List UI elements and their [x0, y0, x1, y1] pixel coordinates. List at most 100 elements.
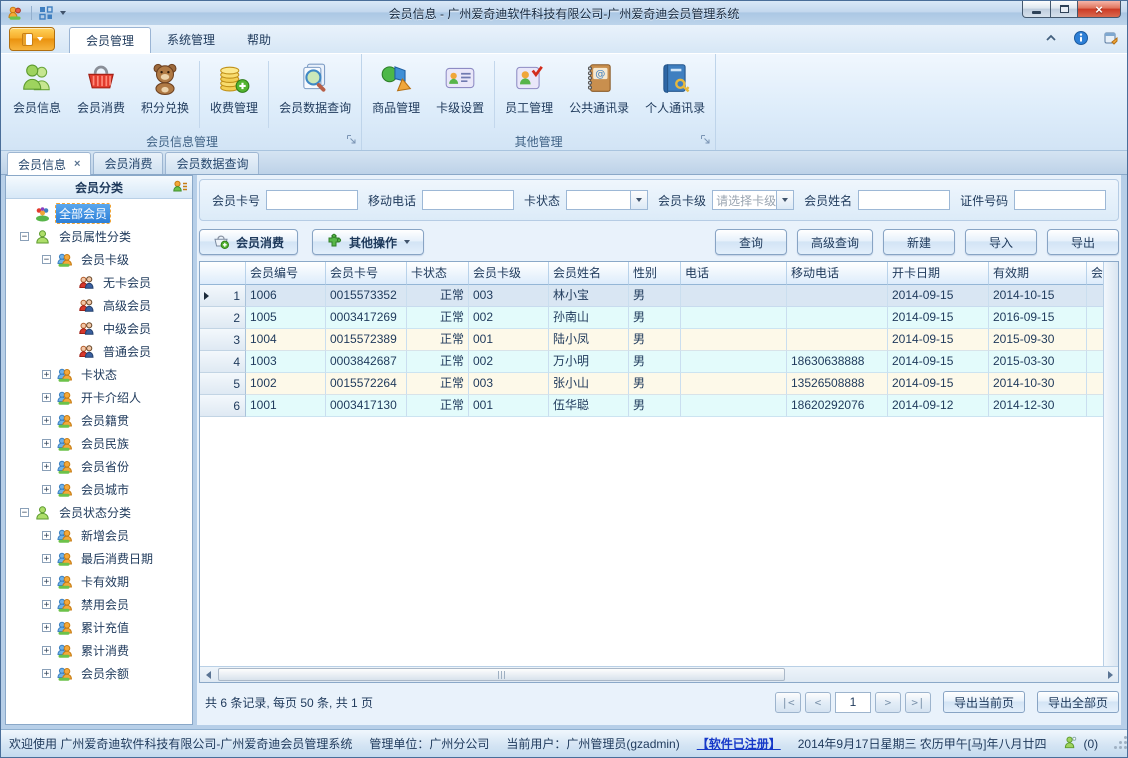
- expand-node-icon[interactable]: +: [42, 462, 51, 471]
- ribbon-button-1-3[interactable]: 积分兑换: [133, 57, 197, 118]
- first-page-button[interactable]: |<: [774, 691, 801, 713]
- maximize-button[interactable]: [1051, 1, 1078, 18]
- column-header-9[interactable]: 开卡日期: [888, 262, 989, 285]
- style-switch-icon[interactable]: [1103, 30, 1119, 49]
- registered-link[interactable]: 【软件已注册】: [697, 735, 781, 752]
- column-header-8[interactable]: 移动电话: [787, 262, 888, 285]
- tree-item-10[interactable]: + 会员籍贯: [6, 409, 192, 432]
- dialog-launcher-icon[interactable]: [346, 134, 357, 148]
- filter-select-3[interactable]: [566, 190, 649, 210]
- column-header-11[interactable]: 会员: [1087, 262, 1103, 285]
- expand-node-icon[interactable]: +: [42, 646, 51, 655]
- table-row[interactable]: 2 1005 0003417269 正常 002 孙南山男 2014-09-15 2016-0…: [200, 307, 1103, 329]
- expand-node-icon[interactable]: +: [42, 577, 51, 586]
- ribbon-button-1-2[interactable]: 会员消费: [69, 57, 133, 118]
- ribbon-tab-1[interactable]: 会员管理: [69, 27, 152, 54]
- tree-item-6[interactable]: 中级会员: [6, 317, 192, 340]
- expand-node-icon[interactable]: +: [42, 370, 51, 379]
- ribbon-button-2-1[interactable]: 商品管理: [364, 57, 428, 118]
- tree-item-11[interactable]: + 会员民族: [6, 432, 192, 455]
- ribbon-tab-3[interactable]: 帮助: [231, 27, 287, 53]
- layout-icon[interactable]: [38, 5, 56, 21]
- table-row[interactable]: 5 1002 0015572264 正常 003 张小山男 13526508888 2014-…: [200, 373, 1103, 395]
- grid-vertical-scrollbar[interactable]: [1103, 262, 1118, 666]
- expand-node-icon[interactable]: +: [42, 439, 51, 448]
- scroll-left-button[interactable]: [200, 667, 216, 682]
- scrollbar-thumb[interactable]: [218, 668, 786, 681]
- tree-item-17[interactable]: + 卡有效期: [6, 570, 192, 593]
- tree-item-1[interactable]: 全部会员: [6, 202, 192, 225]
- tree-item-18[interactable]: + 禁用会员: [6, 593, 192, 616]
- quick-access-caret-icon[interactable]: [60, 11, 66, 15]
- expand-node-icon[interactable]: +: [42, 393, 51, 402]
- last-page-button[interactable]: >|: [904, 691, 931, 713]
- chevron-down-icon[interactable]: [776, 191, 794, 209]
- table-row[interactable]: 3 1004 0015572389 正常 001 陆小凤男 2014-09-15 2015-0…: [200, 329, 1103, 351]
- tree-item-12[interactable]: + 会员省份: [6, 455, 192, 478]
- previous-page-button[interactable]: <: [804, 691, 831, 713]
- dialog-launcher-icon[interactable]: [700, 134, 711, 148]
- tree-item-8[interactable]: + 卡状态: [6, 363, 192, 386]
- toolbar-button-member-consume[interactable]: 会员消费: [199, 229, 299, 255]
- tree-item-15[interactable]: + 新增会员: [6, 524, 192, 547]
- ribbon-button-1-5[interactable]: 会员数据查询: [271, 57, 359, 118]
- ribbon-button-2-3[interactable]: 员工管理: [497, 57, 561, 118]
- expand-node-icon[interactable]: +: [42, 623, 51, 632]
- column-header-2[interactable]: 会员卡号: [326, 262, 407, 285]
- tree-item-9[interactable]: + 开卡介绍人: [6, 386, 192, 409]
- expand-node-icon[interactable]: +: [42, 669, 51, 678]
- expand-node-icon[interactable]: +: [42, 531, 51, 540]
- column-header-10[interactable]: 有效期: [989, 262, 1087, 285]
- export-all-pages-button[interactable]: 导出全部页: [1036, 691, 1119, 713]
- tree-item-5[interactable]: 高级会员: [6, 294, 192, 317]
- tree-item-2[interactable]: − 会员属性分类: [6, 225, 192, 248]
- scroll-right-button[interactable]: [1102, 667, 1118, 682]
- ribbon-tab-2[interactable]: 系统管理: [151, 27, 231, 53]
- tree-item-14[interactable]: − 会员状态分类: [6, 501, 192, 524]
- column-header-1[interactable]: 会员编号: [246, 262, 326, 285]
- tree-item-20[interactable]: + 累计消费: [6, 639, 192, 662]
- table-row[interactable]: 6 1001 0003417130 正常 001 伍华聪男 18620292076 2014-…: [200, 395, 1103, 417]
- expand-node-icon[interactable]: +: [42, 485, 51, 494]
- filter-input-1[interactable]: [266, 190, 359, 210]
- collapse-node-icon[interactable]: −: [20, 232, 29, 241]
- grid-horizontal-scrollbar[interactable]: [200, 666, 1118, 682]
- action-button-5[interactable]: 导出: [1047, 229, 1119, 255]
- table-row[interactable]: 1 1006 0015573352 正常 003 林小宝男 2014-09-15 2014-1…: [200, 285, 1103, 307]
- column-header-5[interactable]: 会员姓名: [549, 262, 629, 285]
- action-button-3[interactable]: 新建: [883, 229, 955, 255]
- info-icon[interactable]: [1073, 30, 1089, 49]
- column-header-3[interactable]: 卡状态: [407, 262, 469, 285]
- filter-select-4[interactable]: 请选择卡级: [712, 190, 795, 210]
- document-tab-3[interactable]: 会员数据查询: [165, 152, 260, 174]
- tree-item-16[interactable]: + 最后消费日期: [6, 547, 192, 570]
- expand-node-icon[interactable]: +: [42, 554, 51, 563]
- toolbar-button-other-actions[interactable]: 其他操作: [312, 229, 425, 255]
- resize-grip-icon[interactable]: [1113, 735, 1128, 753]
- expand-node-icon[interactable]: +: [42, 600, 51, 609]
- collapse-ribbon-icon[interactable]: [1043, 30, 1059, 49]
- ribbon-button-1-4[interactable]: 收费管理: [202, 57, 266, 118]
- tree-item-19[interactable]: + 累计充值: [6, 616, 192, 639]
- tree-item-7[interactable]: 普通会员: [6, 340, 192, 363]
- ribbon-button-2-5[interactable]: 个人通讯录: [637, 57, 713, 118]
- minimize-button[interactable]: [1022, 1, 1051, 18]
- export-current-page-button[interactable]: 导出当前页: [942, 691, 1025, 713]
- document-tab-1[interactable]: 会员信息 ×: [7, 152, 92, 175]
- app-menu-button[interactable]: [9, 27, 55, 51]
- tree-item-4[interactable]: 无卡会员: [6, 271, 192, 294]
- ribbon-button-1-1[interactable]: 会员信息: [5, 57, 69, 118]
- chevron-down-icon[interactable]: [630, 191, 648, 209]
- next-page-button[interactable]: >: [874, 691, 901, 713]
- document-tab-2[interactable]: 会员消费: [93, 152, 164, 174]
- collapse-node-icon[interactable]: −: [42, 255, 51, 264]
- filter-input-5[interactable]: [858, 190, 951, 210]
- scrollbar-track[interactable]: [216, 667, 1102, 682]
- column-header-7[interactable]: 电话: [681, 262, 787, 285]
- ribbon-button-2-4[interactable]: @ 公共通讯录: [561, 57, 637, 118]
- ribbon-button-2-2[interactable]: 卡级设置: [428, 57, 492, 118]
- page-number-input[interactable]: [834, 691, 871, 713]
- action-button-2[interactable]: 高级查询: [796, 229, 873, 255]
- action-button-4[interactable]: 导入: [965, 229, 1037, 255]
- filter-input-6[interactable]: [1014, 190, 1107, 210]
